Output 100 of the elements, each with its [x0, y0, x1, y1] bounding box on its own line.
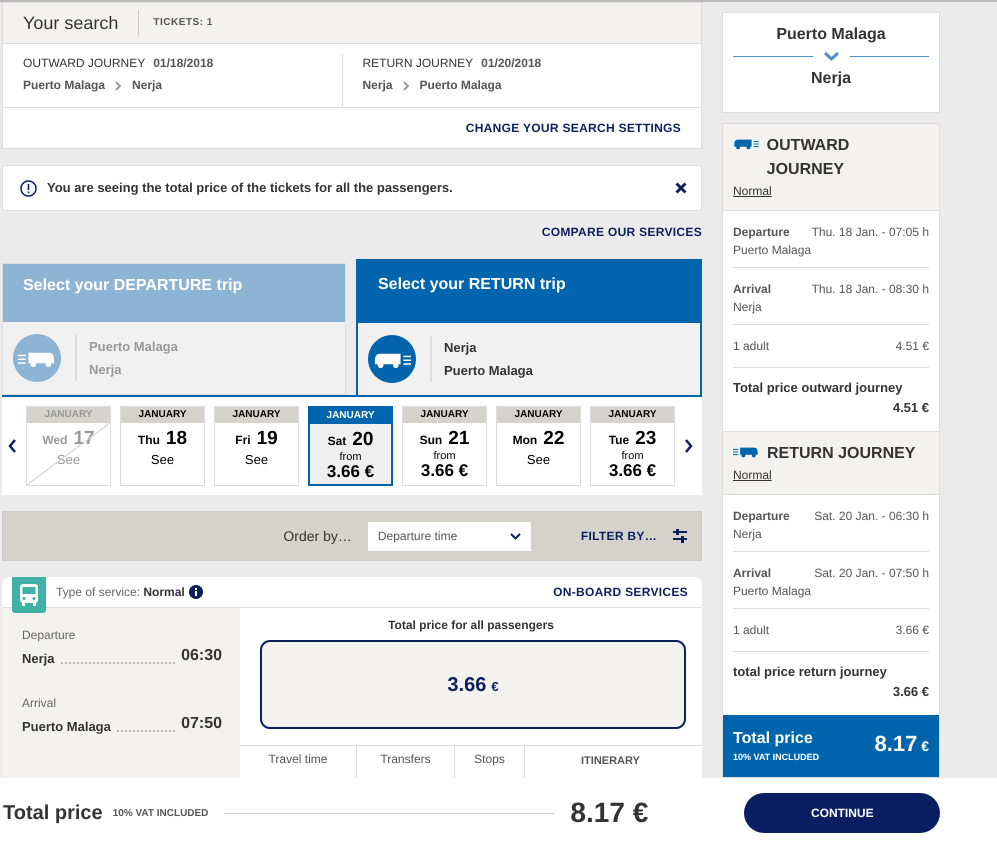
- stop-label: Arrival: [733, 565, 772, 582]
- stop-name: Puerto Malaga: [444, 362, 533, 380]
- passenger-count: 1 adult: [733, 622, 770, 639]
- chevron-down-icon: [822, 51, 840, 61]
- date-note: See: [526, 451, 552, 469]
- day-number: 23: [635, 427, 656, 451]
- stop-name: Puerto Malaga: [733, 583, 812, 600]
- filter-icon: [673, 529, 687, 543]
- destination-text: Puerto Malaga: [420, 78, 502, 92]
- date-note: from: [620, 450, 644, 462]
- info-icon: [20, 180, 37, 196]
- trip-tab[interactable]: Select your RETURN trip Nerja Puerto Malaga: [356, 259, 702, 395]
- stop-time: 06:30: [181, 646, 222, 666]
- date-note: from: [432, 450, 456, 462]
- date-note: See: [244, 451, 270, 469]
- weekday-text: Thu: [138, 432, 160, 449]
- origin-text: Puerto Malaga: [23, 78, 106, 92]
- total-label: Total price: [733, 729, 814, 749]
- date-card[interactable]: JANUARY Fri 19 See: [214, 406, 299, 486]
- weekday-text: Tue: [608, 432, 630, 449]
- month-label: JANUARY: [591, 407, 674, 423]
- next-button[interactable]: [684, 439, 693, 453]
- chevron-icon: [402, 80, 410, 91]
- date-card[interactable]: JANUARY Mon 22 See: [496, 406, 581, 486]
- filter-link[interactable]: FILTER BY…: [580, 527, 657, 545]
- stop-time: 07:50: [181, 714, 222, 734]
- month-label: JANUARY: [215, 407, 298, 423]
- journey-title: OUTWARD JOURNEY: [766, 136, 850, 180]
- vat-note: 10% VAT INCLUDED: [112, 806, 208, 820]
- compare-services-link[interactable]: COMPARE OUR SERVICES: [542, 223, 702, 241]
- fare-link[interactable]: Normal: [733, 182, 772, 200]
- journey-label: OUTWARD JOURNEY: [23, 56, 146, 70]
- fare-amount: 3.66 €: [896, 622, 929, 639]
- journey-date: 01/18/2018: [153, 56, 214, 70]
- date-price: 3.66 €: [420, 462, 470, 480]
- continue-button[interactable]: CONTINUE: [744, 793, 940, 833]
- stop-datetime: Sat. 20 Jan. - 06:30 h: [814, 508, 929, 525]
- close-button[interactable]: [675, 182, 687, 194]
- weekday-text: Fri: [235, 432, 251, 449]
- date-card[interactable]: JANUARY Tue 23 from 3.66 €: [590, 406, 675, 486]
- stop-label: Arrival: [22, 695, 58, 712]
- stop-datetime: Thu. 18 Jan. - 07:05 h: [812, 224, 929, 241]
- total-amount: 3.66 €: [892, 682, 929, 700]
- search-title: Your search: [23, 12, 118, 34]
- day-number: 21: [448, 427, 470, 451]
- origin-text: Nerja: [362, 78, 393, 92]
- total-amount: 8.17 €: [874, 730, 929, 758]
- journey-date: 01/20/2018: [481, 56, 542, 70]
- destination-text: Nerja: [132, 78, 162, 92]
- date-card[interactable]: JANUARY Sat 20 from 3.66 €: [308, 406, 393, 486]
- month-label: JANUARY: [403, 407, 486, 423]
- total-label: Total price outward journey: [733, 379, 904, 397]
- stop-name: Puerto Malaga: [733, 242, 812, 259]
- change-search-link[interactable]: CHANGE YOUR SEARCH SETTINGS: [466, 119, 681, 137]
- day-number: 19: [256, 427, 278, 451]
- date-card[interactable]: JANUARY Thu 18 See: [120, 406, 205, 486]
- day-number: 22: [543, 427, 564, 451]
- itinerary-header: ITINERARY: [580, 754, 640, 769]
- total-label: Total price: [3, 801, 103, 826]
- weekday-text: Mon: [512, 432, 538, 449]
- tab-title: Select your RETURN trip: [378, 276, 566, 293]
- stop-label: Departure: [733, 224, 791, 241]
- date-note: See: [150, 451, 176, 469]
- weekday-text: Wed: [42, 432, 68, 449]
- stop-name: Nerja: [22, 650, 55, 668]
- price-box[interactable]: 3.66 €: [260, 640, 686, 729]
- fare-link[interactable]: Normal: [733, 466, 772, 484]
- info-icon: [188, 585, 203, 599]
- date-note: See: [56, 451, 82, 469]
- weekday-text: Sun: [420, 432, 442, 449]
- route-destination: Nerja: [810, 69, 852, 89]
- stop-name: Nerja: [444, 339, 478, 357]
- bus-icon: [733, 445, 759, 458]
- journey-label: RETURN JOURNEY: [362, 56, 474, 70]
- stop-name: Nerja: [89, 361, 123, 379]
- onboard-services-link[interactable]: ON-BOARD SERVICES: [553, 583, 688, 601]
- order-select[interactable]: Departure time: [368, 522, 531, 550]
- previous-button[interactable]: [8, 439, 17, 453]
- price-title: Total price for all passengers: [387, 617, 555, 634]
- date-note: from: [338, 451, 362, 463]
- stop-name: Nerja: [733, 526, 763, 543]
- day-number: 17: [73, 427, 95, 451]
- fare-amount: 4.51 €: [896, 338, 929, 355]
- chevron-down-icon: [510, 532, 521, 540]
- month-label: JANUARY: [121, 407, 204, 423]
- service-type-text: Type of service: Normal: [56, 584, 185, 601]
- stop-datetime: Sat. 20 Jan. - 07:50 h: [814, 565, 929, 582]
- stop-datetime: Thu. 18 Jan. - 08:30 h: [812, 281, 929, 298]
- stop-label: Departure: [733, 508, 790, 525]
- bus-icon: [13, 334, 61, 382]
- total-amount: 8.17 €: [570, 796, 648, 830]
- total-amount: 4.51 €: [892, 398, 929, 416]
- date-price: 3.66 €: [326, 463, 376, 481]
- bus-icon: [368, 335, 416, 383]
- date-card[interactable]: JANUARY Sun 21 from 3.66 €: [402, 406, 487, 486]
- stop-name: Nerja: [733, 299, 763, 316]
- vat-note: 10% VAT INCLUDED: [733, 751, 820, 764]
- month-label: JANUARY: [27, 407, 110, 423]
- day-number: 18: [166, 427, 188, 451]
- tab-title: Select your DEPARTURE trip: [23, 277, 242, 294]
